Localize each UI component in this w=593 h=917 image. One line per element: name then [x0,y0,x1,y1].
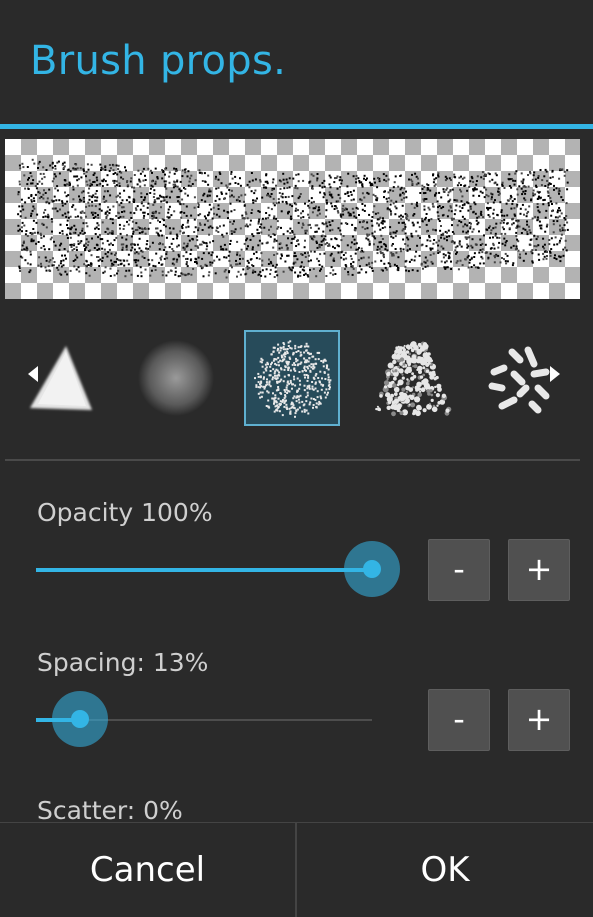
rough-texture-brush-icon [375,341,452,417]
brush-triangle[interactable] [20,330,116,426]
scatter-label: Scatter: [37,796,136,825]
opacity-slider[interactable] [36,541,400,597]
opacity-slider-thumb[interactable] [344,541,400,597]
dialog-title: Brush props. [30,38,287,84]
brush-soft-round[interactable] [128,330,224,426]
scatter-label-row: Scatter: 0% [37,796,183,825]
brush-rough-texture[interactable] [364,330,460,426]
spacing-label-row: Spacing: 13% [37,648,208,677]
opacity-increase-button[interactable]: + [508,539,570,601]
opacity-value: 100% [141,498,213,527]
dialog-button-bar: Cancel OK [0,822,593,917]
triangle-brush-icon [30,346,92,410]
ok-button[interactable]: OK [297,823,593,917]
brush-speckle-round[interactable] [244,330,340,426]
spacing-slider-thumb[interactable] [51,691,108,747]
soft-round-brush-icon [138,340,214,416]
spacing-label: Spacing: [37,648,145,677]
title-divider [0,124,593,129]
speckle-round-brush-icon [254,340,332,418]
opacity-label: Opacity [37,498,134,527]
opacity-label-row: Opacity 100% [37,498,213,527]
scroll-right-arrow-icon[interactable] [550,366,560,382]
spacing-increase-button[interactable]: + [508,689,570,751]
scatter-value: 0% [143,796,183,825]
section-divider [5,459,580,461]
stroke-preview-canvas [17,158,569,279]
spacing-slider[interactable] [36,691,372,747]
spacing-value: 13% [152,648,209,677]
brush-stroke-preview [5,139,580,299]
opacity-decrease-button[interactable]: - [428,539,490,601]
opacity-slider-fill [36,568,372,572]
brush-selector[interactable] [0,330,593,426]
cancel-button[interactable]: Cancel [0,823,295,917]
spacing-decrease-button[interactable]: - [428,689,490,751]
